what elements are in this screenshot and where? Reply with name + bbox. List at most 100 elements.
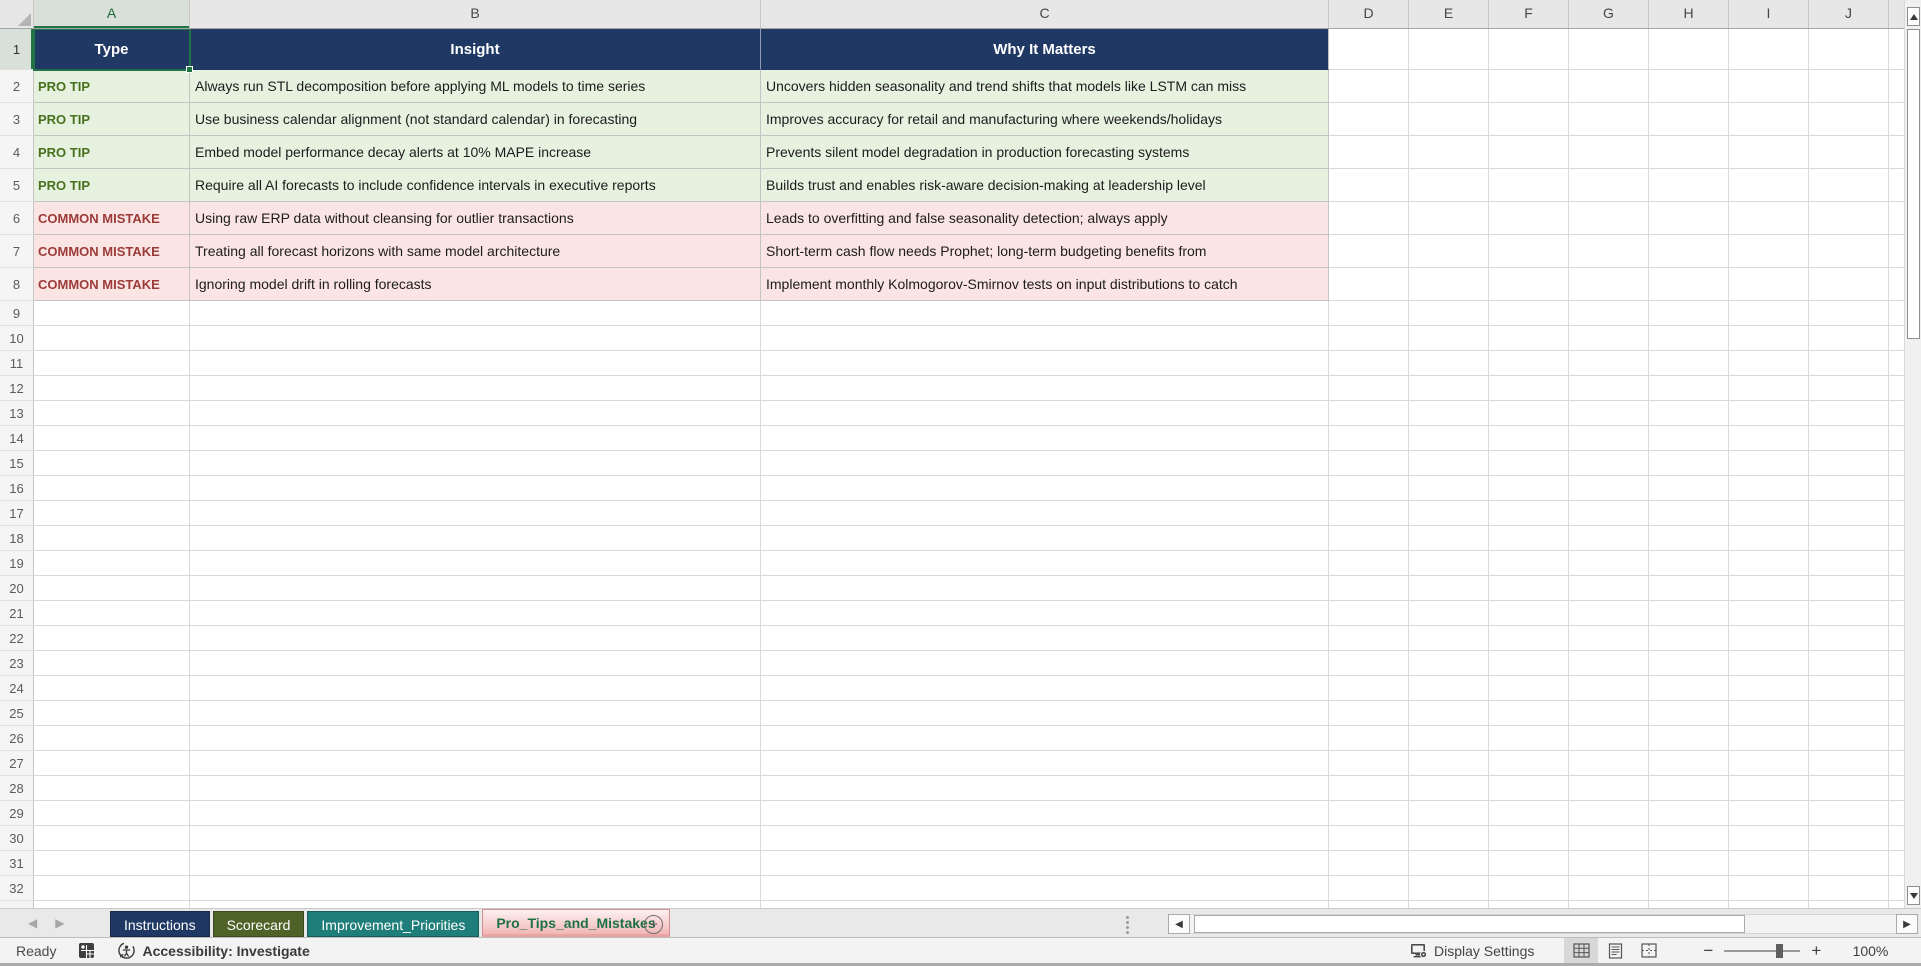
cell[interactable] bbox=[1649, 301, 1729, 326]
cell[interactable] bbox=[1889, 601, 1904, 626]
cell[interactable] bbox=[1409, 701, 1489, 726]
cell[interactable] bbox=[1889, 701, 1904, 726]
why-cell[interactable]: Prevents silent model degradation in pro… bbox=[761, 136, 1329, 169]
row-header-10[interactable]: 10 bbox=[0, 326, 34, 351]
cell[interactable] bbox=[1809, 29, 1889, 70]
cell[interactable] bbox=[1889, 551, 1904, 576]
cell[interactable] bbox=[1649, 551, 1729, 576]
cell[interactable] bbox=[1889, 136, 1904, 169]
cell[interactable] bbox=[1569, 826, 1649, 851]
cell[interactable] bbox=[1649, 136, 1729, 169]
cell[interactable] bbox=[1649, 901, 1729, 908]
cell[interactable] bbox=[761, 426, 1329, 451]
cell[interactable] bbox=[1569, 551, 1649, 576]
cell[interactable] bbox=[190, 701, 761, 726]
cell[interactable] bbox=[1489, 235, 1569, 268]
cell[interactable] bbox=[1489, 70, 1569, 103]
cell[interactable] bbox=[1569, 401, 1649, 426]
horizontal-scrollbar-thumb[interactable] bbox=[1194, 915, 1745, 933]
cell[interactable] bbox=[34, 526, 190, 551]
row-header-32[interactable]: 32 bbox=[0, 876, 34, 901]
cell[interactable] bbox=[1489, 776, 1569, 801]
cell[interactable] bbox=[1569, 651, 1649, 676]
cell[interactable] bbox=[1569, 326, 1649, 351]
row-header-21[interactable]: 21 bbox=[0, 601, 34, 626]
cell[interactable] bbox=[1889, 776, 1904, 801]
row-header-20[interactable]: 20 bbox=[0, 576, 34, 601]
cell[interactable] bbox=[1409, 103, 1489, 136]
cell[interactable] bbox=[1809, 351, 1889, 376]
row-header-partial[interactable] bbox=[0, 901, 34, 908]
cell[interactable] bbox=[1649, 651, 1729, 676]
cell[interactable] bbox=[1329, 401, 1409, 426]
header-cell[interactable]: Why It Matters bbox=[761, 29, 1329, 70]
cell[interactable] bbox=[761, 876, 1329, 901]
cell[interactable] bbox=[1329, 876, 1409, 901]
row-header-24[interactable]: 24 bbox=[0, 676, 34, 701]
cell[interactable] bbox=[34, 376, 190, 401]
cell[interactable] bbox=[761, 676, 1329, 701]
cell[interactable] bbox=[1409, 776, 1489, 801]
cell[interactable] bbox=[1809, 751, 1889, 776]
cell[interactable] bbox=[1649, 103, 1729, 136]
cell[interactable] bbox=[1489, 626, 1569, 651]
zoom-out-button[interactable]: − bbox=[1700, 941, 1716, 961]
cell[interactable] bbox=[1329, 551, 1409, 576]
cell[interactable] bbox=[761, 576, 1329, 601]
cell[interactable] bbox=[1729, 326, 1809, 351]
cell[interactable] bbox=[1809, 401, 1889, 426]
cell[interactable] bbox=[1569, 376, 1649, 401]
cell[interactable] bbox=[1489, 29, 1569, 70]
zoom-level-label[interactable]: 100% bbox=[1846, 943, 1889, 959]
type-cell[interactable]: PRO TIP bbox=[34, 169, 190, 202]
cell[interactable] bbox=[1409, 202, 1489, 235]
cell[interactable] bbox=[1809, 601, 1889, 626]
cell[interactable] bbox=[1329, 526, 1409, 551]
cell[interactable] bbox=[1889, 376, 1904, 401]
cell[interactable] bbox=[34, 426, 190, 451]
cell[interactable] bbox=[1489, 726, 1569, 751]
insight-cell[interactable]: Require all AI forecasts to include conf… bbox=[190, 169, 761, 202]
cell[interactable] bbox=[34, 876, 190, 901]
cell[interactable] bbox=[1649, 601, 1729, 626]
cell[interactable] bbox=[761, 326, 1329, 351]
row-header-4[interactable]: 4 bbox=[0, 136, 34, 169]
cell[interactable] bbox=[1489, 476, 1569, 501]
vertical-scrollbar[interactable] bbox=[1904, 0, 1921, 908]
cell[interactable] bbox=[1729, 751, 1809, 776]
cell[interactable] bbox=[1809, 626, 1889, 651]
insight-cell[interactable]: Use business calendar alignment (not sta… bbox=[190, 103, 761, 136]
cell[interactable] bbox=[1329, 801, 1409, 826]
row-header-11[interactable]: 11 bbox=[0, 351, 34, 376]
sheet-tab-Scorecard[interactable]: Scorecard bbox=[212, 911, 305, 937]
cell[interactable] bbox=[190, 851, 761, 876]
cell[interactable] bbox=[1569, 451, 1649, 476]
cell[interactable] bbox=[761, 851, 1329, 876]
column-header-I[interactable]: I bbox=[1729, 0, 1809, 28]
cell[interactable] bbox=[34, 626, 190, 651]
horizontal-scrollbar-track[interactable] bbox=[1190, 914, 1896, 934]
cell[interactable] bbox=[1489, 136, 1569, 169]
cell[interactable] bbox=[1809, 876, 1889, 901]
cell[interactable] bbox=[1729, 103, 1809, 136]
cell[interactable] bbox=[1489, 701, 1569, 726]
cell[interactable] bbox=[1809, 726, 1889, 751]
cell[interactable] bbox=[1409, 501, 1489, 526]
cell[interactable] bbox=[1329, 651, 1409, 676]
add-sheet-button[interactable]: + bbox=[644, 915, 663, 934]
cell[interactable] bbox=[1729, 169, 1809, 202]
cell[interactable] bbox=[1729, 70, 1809, 103]
cell[interactable] bbox=[1729, 426, 1809, 451]
cell[interactable] bbox=[1329, 301, 1409, 326]
cell[interactable] bbox=[1649, 29, 1729, 70]
why-cell[interactable]: Short-term cash flow needs Prophet; long… bbox=[761, 235, 1329, 268]
cell[interactable] bbox=[1649, 826, 1729, 851]
cell[interactable] bbox=[1729, 451, 1809, 476]
column-header-H[interactable]: H bbox=[1649, 0, 1729, 28]
cell[interactable] bbox=[1649, 351, 1729, 376]
cell[interactable] bbox=[1409, 876, 1489, 901]
cell[interactable] bbox=[1809, 103, 1889, 136]
cell[interactable] bbox=[34, 576, 190, 601]
cell[interactable] bbox=[1409, 551, 1489, 576]
cell[interactable] bbox=[1889, 476, 1904, 501]
